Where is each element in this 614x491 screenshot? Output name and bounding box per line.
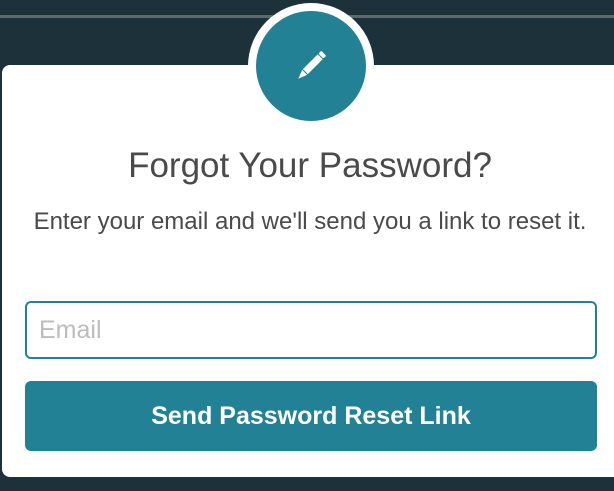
instructions-text: Enter your email and we'll send you a li… [33, 208, 587, 235]
page-title: Forgot Your Password? [128, 146, 492, 185]
pencil-icon [298, 51, 326, 79]
email-field[interactable] [25, 301, 597, 359]
icon-badge [256, 11, 366, 121]
send-reset-link-button[interactable]: Send Password Reset Link [25, 381, 597, 451]
